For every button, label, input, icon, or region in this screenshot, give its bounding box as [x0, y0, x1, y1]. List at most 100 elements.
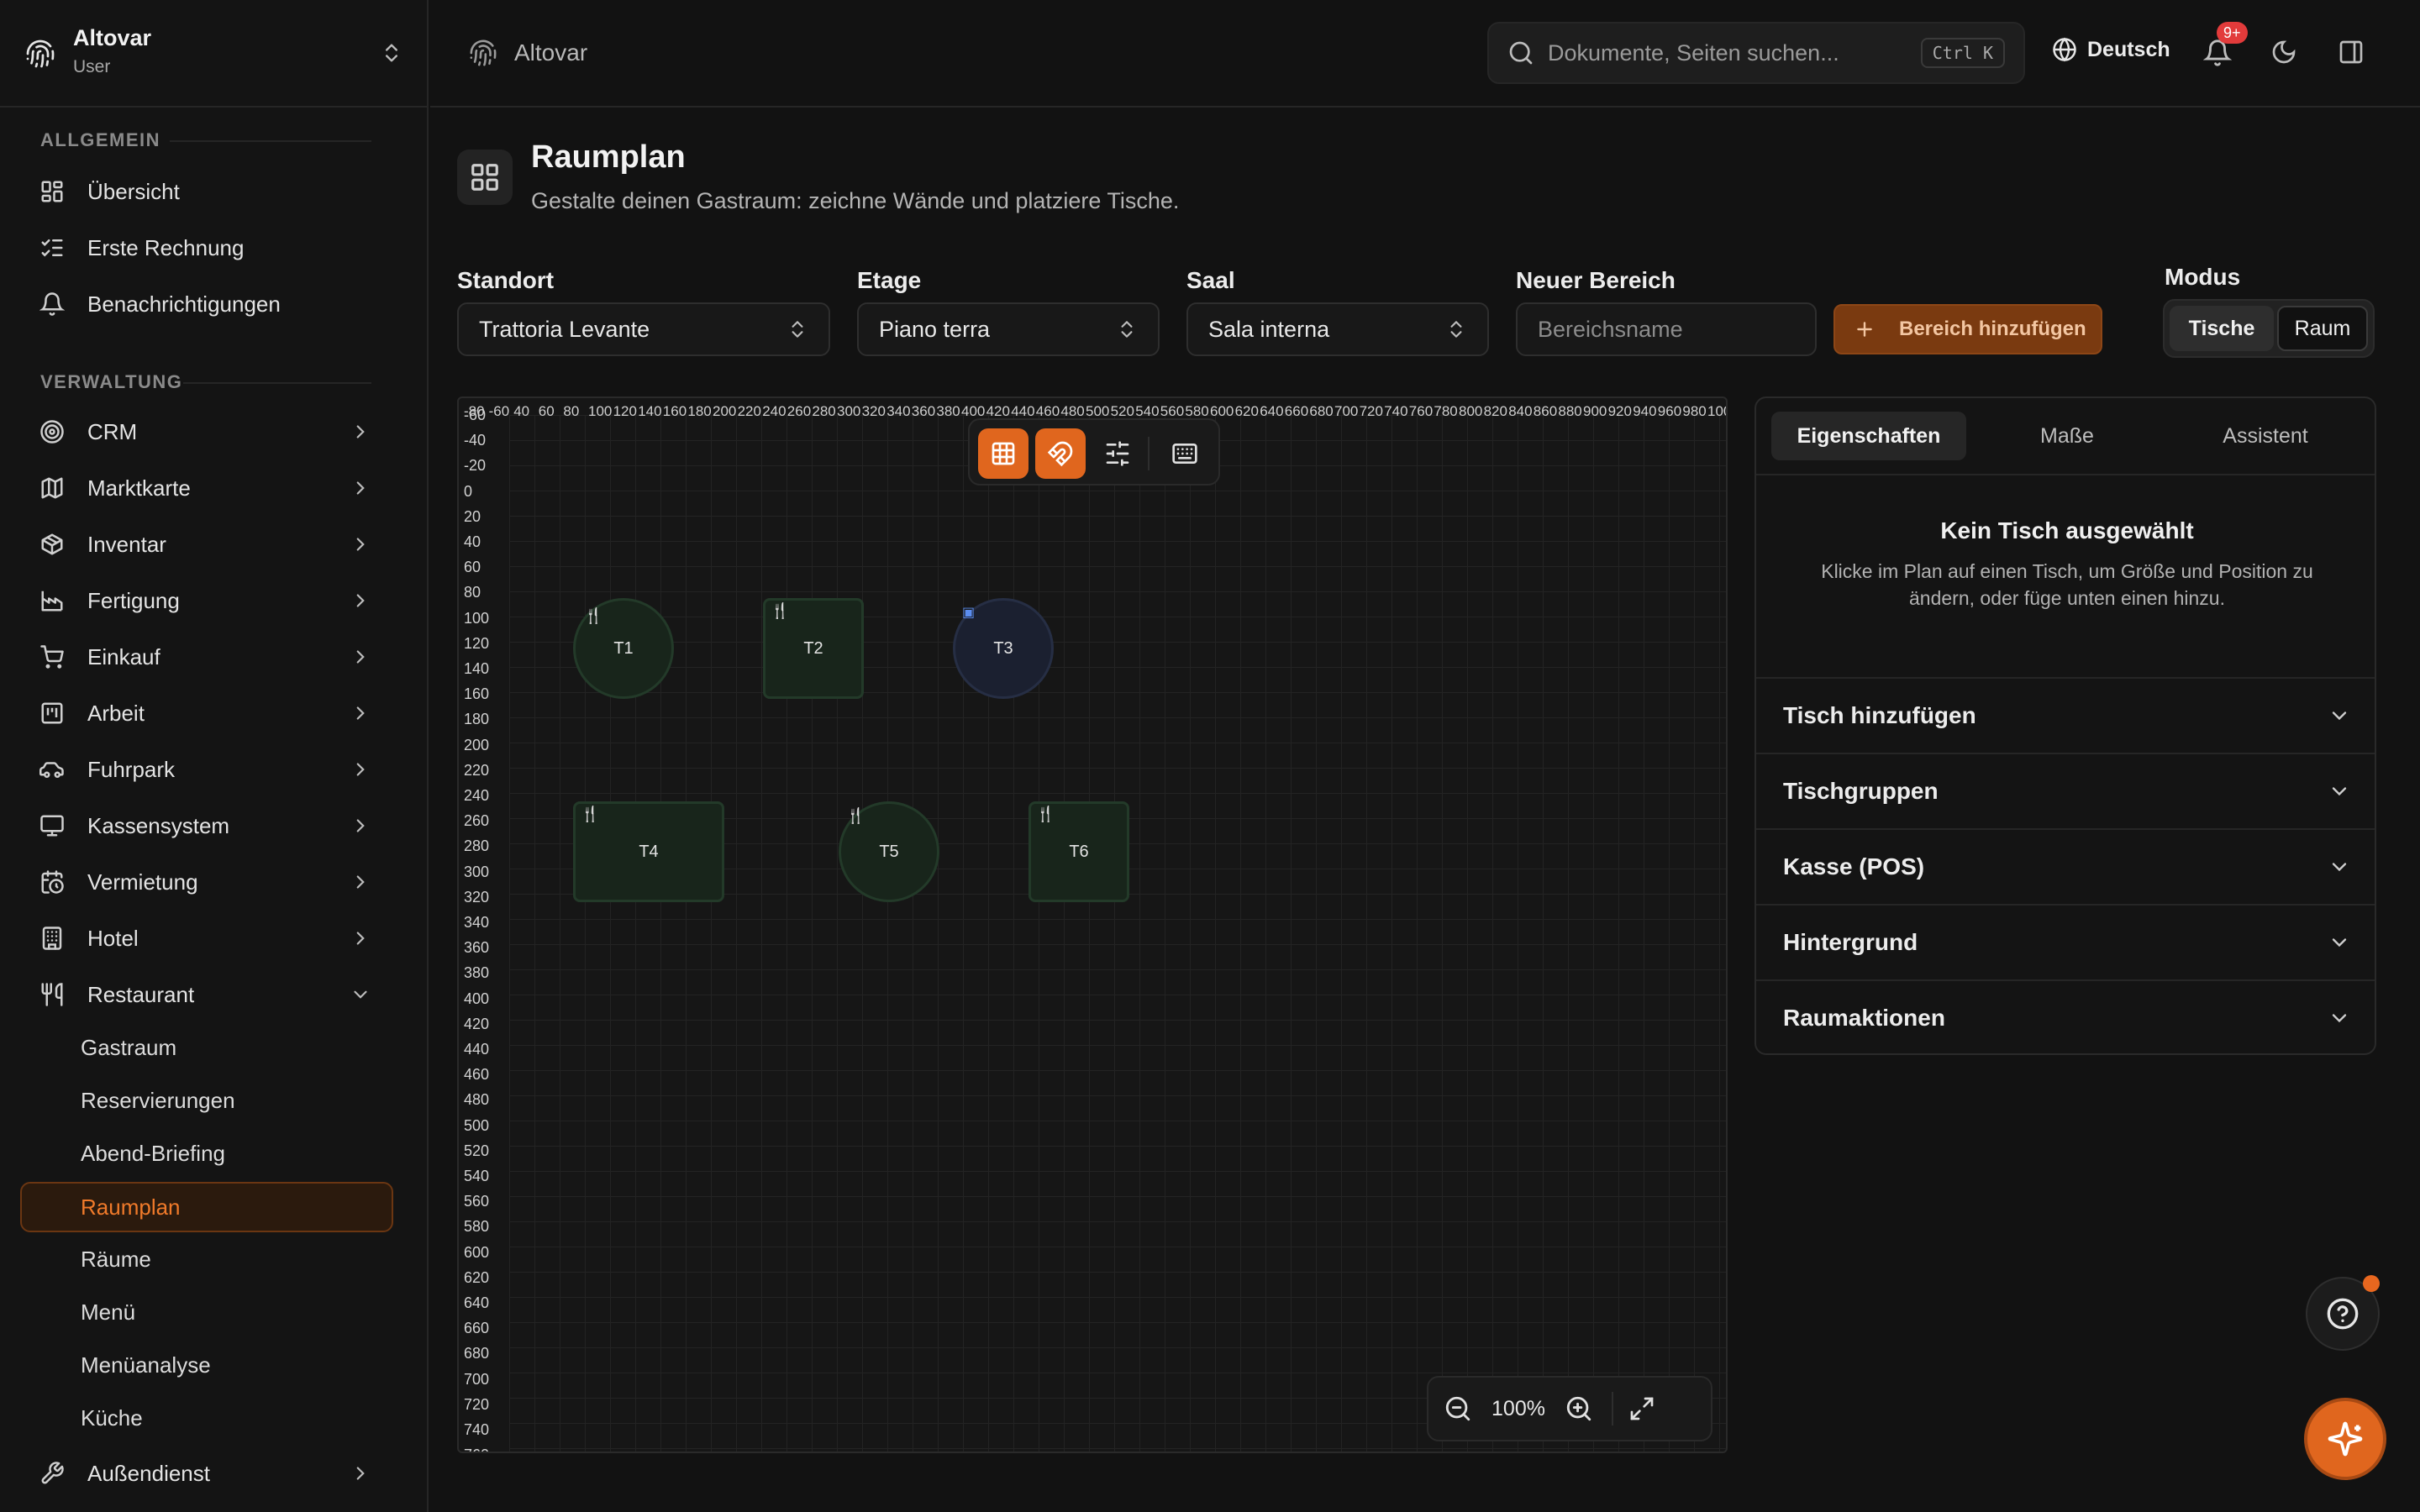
- section-label-general: ALLGEMEIN: [40, 129, 161, 150]
- sidebar-item-vermietung[interactable]: Vermietung: [20, 857, 393, 907]
- table-t2[interactable]: 🍴 T2: [763, 598, 864, 699]
- sidebar-item-label: Fertigung: [87, 587, 180, 613]
- sidebar-item-label: Kassensystem: [87, 812, 230, 838]
- chevron-right-icon: [350, 421, 371, 443]
- sidebar-sub-raumplan[interactable]: Raumplan: [20, 1182, 393, 1232]
- sidebar-item-aussendienst[interactable]: Außendienst: [20, 1448, 393, 1499]
- chevron-down-icon: [2328, 931, 2351, 954]
- utensils-icon: 🍴: [581, 806, 600, 822]
- sidebar-sub-label: Räume: [81, 1246, 151, 1272]
- grid-icon: [990, 440, 1017, 467]
- zoom-controls: 100%: [1427, 1376, 1712, 1441]
- chevrons-up-down-icon: [786, 318, 808, 341]
- chevron-down-icon: [2328, 1006, 2351, 1030]
- sidebar-item-einkauf[interactable]: Einkauf: [20, 632, 393, 682]
- fingerprint-icon: [469, 39, 497, 67]
- fullscreen-button[interactable]: [1628, 1395, 1655, 1422]
- sidebar-item-marktkarte[interactable]: Marktkarte: [20, 463, 393, 513]
- empty-state-title: Kein Tisch ausgewählt: [1940, 517, 2194, 543]
- table-t1[interactable]: 🍴 T1: [573, 598, 674, 699]
- sidebar-item-fertigung[interactable]: Fertigung: [20, 575, 393, 626]
- moon-icon: [2270, 39, 2297, 66]
- sidebar-sub-gastraum[interactable]: Gastraum: [20, 1024, 393, 1071]
- section-label-admin: VERWALTUNG: [40, 371, 183, 392]
- chevron-right-icon: [350, 759, 371, 780]
- hall-select[interactable]: Sala interna: [1186, 302, 1489, 356]
- sidebar-item-label: Fuhrpark: [87, 756, 176, 782]
- page-icon: [457, 150, 513, 205]
- app-name: Altovar: [73, 25, 152, 50]
- sidebar-item-inventar[interactable]: Inventar: [20, 519, 393, 570]
- mode-room-button[interactable]: Raum: [2277, 306, 2368, 351]
- canvas-toolbar: [968, 418, 1220, 486]
- tab-dimensions[interactable]: Maße: [1970, 412, 2165, 460]
- tab-properties[interactable]: Eigenschaften: [1771, 412, 1966, 460]
- search-box[interactable]: Dokumente, Seiten suchen... Ctrl K: [1487, 22, 2025, 84]
- divider: [170, 140, 371, 142]
- mode-tables-button[interactable]: Tische: [2170, 306, 2274, 351]
- utensils-icon: 🍴: [846, 807, 865, 824]
- search-input[interactable]: Dokumente, Seiten suchen...: [1548, 40, 1921, 66]
- sidebar-sub-abend-briefing[interactable]: Abend-Briefing: [20, 1130, 393, 1177]
- area-name-input[interactable]: Bereichsname: [1516, 302, 1817, 356]
- table-t4[interactable]: 🍴 T4: [573, 801, 724, 902]
- user-role: User: [73, 57, 111, 76]
- sidebar-item-crm[interactable]: CRM: [20, 407, 393, 457]
- sidebar-sub-menueanalyse[interactable]: Menüanalyse: [20, 1341, 393, 1389]
- table-t3[interactable]: ▣ T3: [953, 598, 1054, 699]
- location-select[interactable]: Trattoria Levante: [457, 302, 830, 356]
- sidebar-sub-raeume[interactable]: Räume: [20, 1236, 393, 1283]
- ai-assistant-button[interactable]: [2304, 1398, 2386, 1480]
- theme-toggle-button[interactable]: [2270, 39, 2297, 66]
- sidebar-item-benachrichtigungen[interactable]: Benachrichtigungen: [20, 279, 393, 329]
- sidebar-sub-kueche[interactable]: Küche: [20, 1394, 393, 1441]
- sidebar-item-fuhrpark[interactable]: Fuhrpark: [20, 744, 393, 795]
- workspace-switcher[interactable]: Altovar User: [0, 0, 427, 108]
- sidebar-item-label: Erste Rechnung: [87, 234, 245, 260]
- accordion-background[interactable]: Hintergrund: [1756, 904, 2375, 979]
- floor-plan-canvas[interactable]: -80 -60 40 60 80 100 120 140 160 180 200 220 240 260 2…: [457, 396, 1728, 1453]
- sidebar-sub-menue[interactable]: Menü: [20, 1289, 393, 1336]
- accordion-pos[interactable]: Kasse (POS): [1756, 828, 2375, 904]
- floor-select[interactable]: Piano terra: [857, 302, 1160, 356]
- sidebar-item-hotel[interactable]: Hotel: [20, 913, 393, 963]
- zoom-in-button[interactable]: [1565, 1394, 1593, 1423]
- panel-toggle-button[interactable]: [2338, 39, 2365, 66]
- tab-assistant[interactable]: Assistent: [2168, 412, 2363, 460]
- grid-toggle-button[interactable]: [978, 428, 1028, 479]
- sidebar-item-label: Hotel: [87, 925, 139, 951]
- accordion-room-actions[interactable]: Raumaktionen: [1756, 979, 2375, 1053]
- sidebar-item-restaurant[interactable]: Restaurant: [20, 969, 393, 1020]
- chevron-down-icon: [350, 984, 371, 1005]
- sidebar-sub-label: Raumplan: [81, 1194, 181, 1220]
- settings-sliders-button[interactable]: [1092, 428, 1143, 479]
- table-t5[interactable]: 🍴 T5: [839, 801, 939, 902]
- accordion-table-groups[interactable]: Tischgruppen: [1756, 753, 2375, 828]
- add-area-button[interactable]: Bereich hinzufügen: [1833, 304, 2102, 354]
- accordion-add-table[interactable]: Tisch hinzufügen: [1756, 677, 2375, 753]
- calendar-icon: ▣: [962, 606, 976, 620]
- sidebar-item-kassensystem[interactable]: Kassensystem: [20, 801, 393, 851]
- grid-layout-icon: [469, 161, 501, 193]
- snap-toggle-button[interactable]: [1035, 428, 1086, 479]
- language-switcher[interactable]: Deutsch: [2052, 37, 2170, 62]
- keyboard-shortcuts-button[interactable]: [1160, 428, 1210, 479]
- mode-switch: Tische Raum: [2163, 299, 2375, 358]
- table-label: T5: [879, 842, 899, 861]
- sidebar-sub-label: Gastraum: [81, 1034, 177, 1060]
- zoom-out-button[interactable]: [1444, 1394, 1472, 1423]
- cart-icon: [39, 643, 66, 670]
- sidebar-item-uebersicht[interactable]: Übersicht: [20, 166, 393, 217]
- sidebar-item-arbeit[interactable]: Arbeit: [20, 688, 393, 738]
- empty-state-text: Klicke im Plan auf einen Tisch, um Größe…: [1821, 560, 2313, 609]
- search-icon: [1507, 39, 1534, 66]
- breadcrumb-brand[interactable]: Altovar: [514, 39, 587, 66]
- table-t6[interactable]: 🍴 T6: [1028, 801, 1129, 902]
- chevron-right-icon: [350, 477, 371, 499]
- sidebar-sub-reservierungen[interactable]: Reservierungen: [20, 1077, 393, 1124]
- checklist-icon: [39, 234, 66, 261]
- sidebar-item-erste-rechnung[interactable]: Erste Rechnung: [20, 223, 393, 273]
- location-label: Standort: [457, 267, 555, 293]
- chevron-down-icon: [2328, 855, 2351, 879]
- magnet-icon: [1047, 440, 1074, 467]
